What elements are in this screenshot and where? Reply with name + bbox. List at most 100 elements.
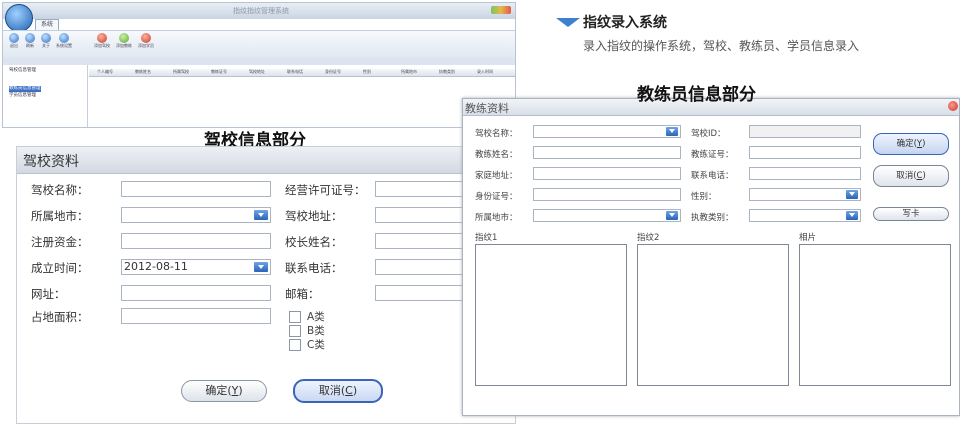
home-address-input[interactable] xyxy=(533,167,681,180)
label-idcard: 身份证号： xyxy=(475,192,518,202)
app-ribbon: 退出 刷新 关于 系统设置 添加驾校 添加教练 添加学员 xyxy=(3,30,515,60)
close-icon[interactable] xyxy=(948,101,958,111)
label-home-address: 家庭地址： xyxy=(475,171,518,181)
coach-form: 教练资料 驾校名称： 教练姓名： 家庭地址： 身份证号： 所属地市： 驾校ID：… xyxy=(462,98,960,416)
about-icon xyxy=(41,33,51,43)
grid-col[interactable]: 性别 xyxy=(363,69,371,75)
write-card-button[interactable]: 写卡 xyxy=(873,207,949,221)
school-form-title: 驾校资料 xyxy=(23,154,79,170)
chevron-down-icon[interactable] xyxy=(254,262,268,272)
idcard-input[interactable] xyxy=(533,188,681,201)
add-coach-icon xyxy=(119,33,129,43)
ribbon-add-student-button[interactable]: 添加学员 xyxy=(138,33,154,49)
label-area: 占地面积： xyxy=(31,310,89,324)
label-coach-city: 所属地市： xyxy=(475,213,518,223)
system-title: 指纹录入系统 xyxy=(583,15,667,31)
ribbon-add-coach-button[interactable]: 添加教练 xyxy=(116,33,132,49)
grid-col[interactable]: 执教类别 xyxy=(439,69,455,75)
system-subtitle: 录入指纹的操作系统，驾校、教练员、学员信息录入 xyxy=(583,39,860,53)
tree-node-student[interactable]: 学员信息管理 xyxy=(9,93,87,99)
school-name-input[interactable] xyxy=(121,181,271,197)
coach-city-select[interactable] xyxy=(533,209,681,222)
school-ok-button[interactable]: 确定(Y) xyxy=(181,380,267,402)
founded-date-value: 2012-08-11 xyxy=(124,260,188,273)
photo-box[interactable] xyxy=(799,244,951,386)
label-coach-cert: 教练证号： xyxy=(691,150,734,160)
city-select[interactable] xyxy=(121,207,271,223)
label-website: 网址： xyxy=(31,287,66,301)
fingerprint1-box[interactable] xyxy=(475,244,627,386)
app-orb-icon[interactable] xyxy=(5,4,33,32)
refresh-icon xyxy=(25,33,35,43)
grid-col[interactable]: 身份证号 xyxy=(325,69,341,75)
coach-ok-button[interactable]: 确定(Y) xyxy=(873,133,949,155)
category-a-label: A类 xyxy=(307,311,325,323)
label-coach-school: 驾校名称： xyxy=(475,129,518,139)
label-coach-name: 教练姓名： xyxy=(475,150,518,160)
category-c-label: C类 xyxy=(307,339,325,351)
chevron-down-icon[interactable] xyxy=(846,211,858,220)
coach-phone-input[interactable] xyxy=(749,167,861,180)
photo-label: 相片 xyxy=(799,233,817,243)
grid-col[interactable]: 个人编号 xyxy=(97,69,113,75)
label-school-id: 驾校ID： xyxy=(691,129,726,139)
add-school-icon xyxy=(97,33,107,43)
coach-school-select[interactable] xyxy=(533,125,681,138)
founded-date-picker[interactable]: 2012-08-11 xyxy=(121,259,271,275)
school-form-header: 驾校资料 xyxy=(17,147,515,174)
school-cancel-button[interactable]: 取消(C) xyxy=(293,379,383,403)
grid-col[interactable]: 联系电话 xyxy=(287,69,303,75)
tree-node-coach[interactable]: 教练员信息管理 xyxy=(9,86,41,92)
school-form: 驾校资料 驾校名称： 所属地市： 注册资金： 成立时间： 2012-08-11 … xyxy=(16,146,516,424)
website-input[interactable] xyxy=(121,285,271,301)
window-controls[interactable] xyxy=(491,6,511,14)
coach-form-title: 教练资料 xyxy=(465,102,509,115)
capital-input[interactable] xyxy=(121,233,271,249)
label-email: 邮箱： xyxy=(285,287,320,301)
label-address: 驾校地址： xyxy=(285,209,343,223)
fingerprint2-label: 指纹2 xyxy=(637,233,660,243)
teach-category-select[interactable] xyxy=(749,209,861,222)
label-school-name: 驾校名称： xyxy=(31,183,89,197)
label-coach-phone: 联系电话： xyxy=(691,171,734,181)
chevron-down-icon[interactable] xyxy=(846,190,858,199)
label-capital: 注册资金： xyxy=(31,235,89,249)
coach-cancel-button[interactable]: 取消(C) xyxy=(873,165,949,187)
chevron-down-icon[interactable] xyxy=(254,210,268,220)
gender-select[interactable] xyxy=(749,188,861,201)
app-window-thumbnail: 指纹指纹管理系统 系统 退出 刷新 关于 系统设置 添加驾校 添加教练 添加学员… xyxy=(2,2,516,128)
chevron-down-icon[interactable] xyxy=(666,127,678,136)
school-id-input[interactable] xyxy=(749,125,861,138)
chevron-down-icon[interactable] xyxy=(666,211,678,220)
add-student-icon xyxy=(141,33,151,43)
exit-icon xyxy=(9,33,19,43)
grid-col[interactable]: 所属驾校 xyxy=(173,69,189,75)
triangle-down-icon xyxy=(556,18,580,27)
ribbon-settings-button[interactable]: 系统设置 xyxy=(56,33,72,49)
fingerprint2-box[interactable] xyxy=(637,244,789,386)
label-license: 经营许可证号： xyxy=(285,183,366,197)
tree-node-school[interactable]: 驾校信息管理 xyxy=(9,68,87,74)
grid-col[interactable]: 驾校地址 xyxy=(249,69,265,75)
ribbon-add-school-button[interactable]: 添加驾校 xyxy=(94,33,110,49)
nav-tree: 驾校信息管理 教练员信息管理 学员信息管理 xyxy=(3,65,88,127)
coach-cert-input[interactable] xyxy=(749,146,861,159)
app-titlebar: 指纹指纹管理系统 xyxy=(3,3,515,19)
area-input[interactable] xyxy=(121,308,271,324)
settings-icon xyxy=(59,33,69,43)
coach-name-input[interactable] xyxy=(533,146,681,159)
ribbon-group-bar xyxy=(3,58,515,65)
caption-coach: 教练员信息部分 xyxy=(637,85,756,105)
grid-header: 个人编号 教练姓名 所属驾校 教练证号 驾校地址 联系电话 身份证号 性别 所属… xyxy=(89,69,515,77)
label-principal: 校长姓名： xyxy=(285,235,343,249)
grid-col[interactable]: 教练姓名 xyxy=(135,69,151,75)
grid-col[interactable]: 录入时间 xyxy=(477,69,493,75)
checkbox-category-b[interactable] xyxy=(289,325,301,337)
grid-col[interactable]: 教练证号 xyxy=(211,69,227,75)
category-b-label: B类 xyxy=(307,325,325,337)
checkbox-category-c[interactable] xyxy=(289,339,301,351)
grid-col[interactable]: 所属地市 xyxy=(401,69,417,75)
checkbox-category-a[interactable] xyxy=(289,311,301,323)
fingerprint1-label: 指纹1 xyxy=(475,233,498,243)
label-gender: 性别： xyxy=(691,192,717,202)
